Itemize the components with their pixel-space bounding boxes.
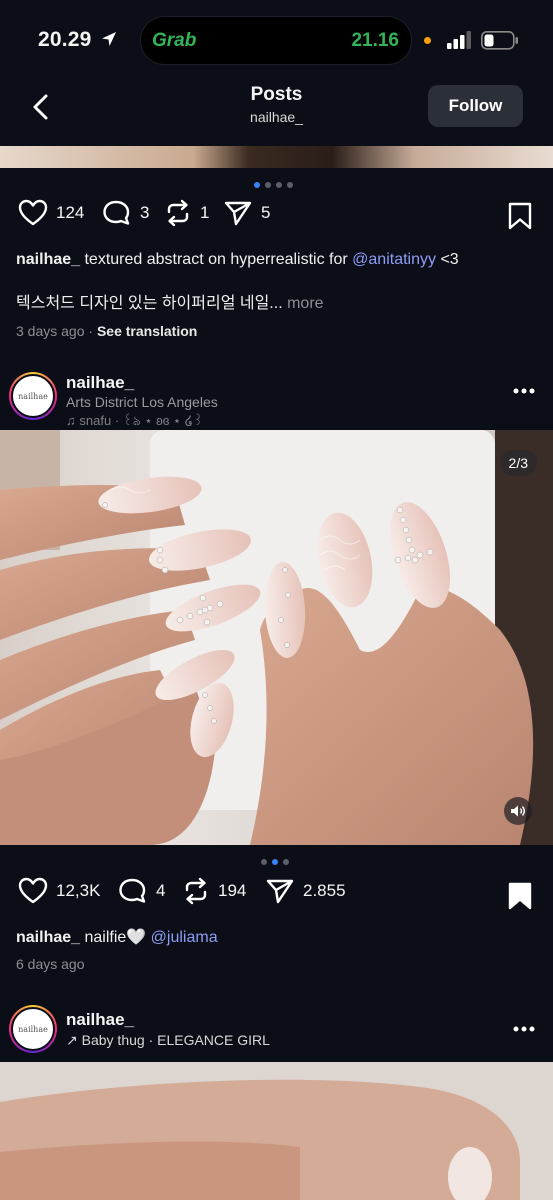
share-count: 5 [261, 203, 271, 222]
repost-icon [167, 199, 189, 227]
caption-text: textured abstract on hyperrealistic for [80, 251, 353, 268]
speaker-icon [511, 805, 525, 817]
post-meta: 6 days ago [16, 956, 85, 972]
bookmark-filled-icon[interactable] [507, 881, 533, 911]
status-bar: 20.29 Grab 21.16 [0, 0, 553, 80]
carousel-indicator [254, 182, 293, 188]
carousel-dot-active [272, 859, 278, 865]
comment-bubble-icon [119, 878, 146, 903]
more-options-icon[interactable] [513, 388, 535, 394]
caption-korean: 텍스처드 디자인 있는 하이퍼리얼 네일... [16, 295, 283, 312]
music-title: snafu [79, 413, 112, 428]
carousel-dot [283, 859, 289, 865]
comment-count: 3 [140, 203, 150, 222]
repost-icon [185, 877, 207, 905]
like-button[interactable]: 12,3K [18, 877, 100, 905]
send-icon [266, 879, 294, 904]
post-time: 6 days ago [16, 956, 85, 972]
separator-dot: · [88, 323, 97, 339]
sound-toggle-button[interactable] [504, 797, 532, 825]
more-link[interactable]: more [283, 295, 323, 312]
post-music[interactable]: ↗ Baby thug · ELEGANCE GIRL [66, 1032, 270, 1049]
carousel-dot [265, 182, 271, 188]
nail-photo-illustration [0, 1062, 553, 1200]
see-translation-link[interactable]: See translation [97, 323, 197, 339]
comment-button[interactable]: 4 [118, 877, 165, 905]
nail-photo-illustration [0, 430, 553, 845]
bookmark-icon[interactable] [507, 201, 533, 231]
post-username[interactable]: nailhae_ [66, 373, 134, 393]
music-note-icon: ♫ [66, 413, 76, 428]
like-count: 12,3K [56, 881, 101, 900]
more-options-icon[interactable] [513, 1026, 535, 1032]
send-icon [224, 201, 252, 226]
comment-button[interactable]: 3 [102, 199, 149, 227]
repost-count: 194 [218, 881, 247, 900]
follow-button[interactable]: Follow [428, 85, 523, 127]
cellular-signal-icon [447, 31, 471, 49]
post-actions: 12,3K 4 194 2.855 [0, 877, 553, 917]
carousel-dot [276, 182, 282, 188]
post-time: 3 days ago [16, 323, 85, 339]
music-title: Baby thug · ELEGANCE GIRL [81, 1032, 270, 1048]
post-caption-line2: 텍스처드 디자인 있는 하이퍼리얼 네일... more [16, 293, 324, 315]
caption-username[interactable]: nailhae_ [16, 251, 80, 268]
post-photo-partial[interactable] [0, 1062, 553, 1200]
avatar-logo: nailhae [11, 1007, 55, 1051]
share-button[interactable]: 2.855 [265, 877, 346, 905]
battery-icon [481, 31, 518, 50]
post-location[interactable]: Arts District Los Angeles [66, 394, 218, 410]
heart-icon [18, 877, 48, 904]
carousel-page-badge: 2/3 [499, 450, 537, 476]
like-count: 124 [56, 203, 85, 222]
grab-logo: Grab [152, 30, 197, 51]
carousel-indicator [261, 859, 289, 865]
arrow-up-right-icon: ↗ [66, 1032, 78, 1048]
caption-username[interactable]: nailhae_ [16, 929, 80, 946]
comment-count: 4 [156, 881, 166, 900]
avatar[interactable]: nailhae [9, 372, 57, 420]
caption-mention[interactable]: @anitatinyy [352, 251, 436, 268]
like-button[interactable]: 124 [18, 199, 84, 227]
privacy-indicator-icon [424, 37, 431, 44]
repost-button[interactable]: 194 [182, 877, 246, 905]
post-caption: nailhae_ textured abstract on hyperreali… [16, 249, 546, 271]
post-username[interactable]: nailhae_ [66, 1010, 134, 1030]
caption-mention[interactable]: @juliama [151, 929, 218, 946]
post-photo[interactable]: 2/3 [0, 430, 553, 845]
post-header: nailhae nailhae_ Arts District Los Angel… [0, 372, 553, 428]
music-artist: · ꒰ঌ ⋆ ʚɞ ⋆ ໒꒱ [114, 413, 204, 428]
comment-bubble-icon [103, 200, 130, 225]
post-header: nailhae nailhae_ ↗ Baby thug · ELEGANCE … [0, 1005, 553, 1061]
location-arrow-icon [102, 32, 116, 46]
post-meta: 3 days ago · See translation [16, 323, 197, 339]
post-caption: nailhae_ nailfie🤍 @juliama [16, 927, 218, 949]
caption-text: nailfie🤍 [80, 929, 151, 946]
carousel-dot [287, 182, 293, 188]
repost-count: 1 [200, 203, 210, 222]
grab-eta: 21.16 [351, 30, 399, 51]
avatar-logo: nailhae [11, 374, 55, 418]
app-header: Posts nailhae_ Follow [0, 80, 553, 146]
heart-icon [18, 199, 48, 226]
avatar[interactable]: nailhae [9, 1005, 57, 1053]
post-actions: 124 3 1 5 [0, 199, 553, 239]
post-image-partial[interactable] [0, 146, 553, 168]
share-button[interactable]: 5 [223, 199, 270, 227]
carousel-dot [261, 859, 267, 865]
share-count: 2.855 [303, 881, 346, 900]
caption-end: <3 [436, 251, 459, 268]
dynamic-island[interactable]: Grab 21.16 [140, 16, 412, 65]
repost-button[interactable]: 1 [164, 199, 209, 227]
carousel-dot-active [254, 182, 260, 188]
status-time: 20.29 [38, 28, 92, 51]
